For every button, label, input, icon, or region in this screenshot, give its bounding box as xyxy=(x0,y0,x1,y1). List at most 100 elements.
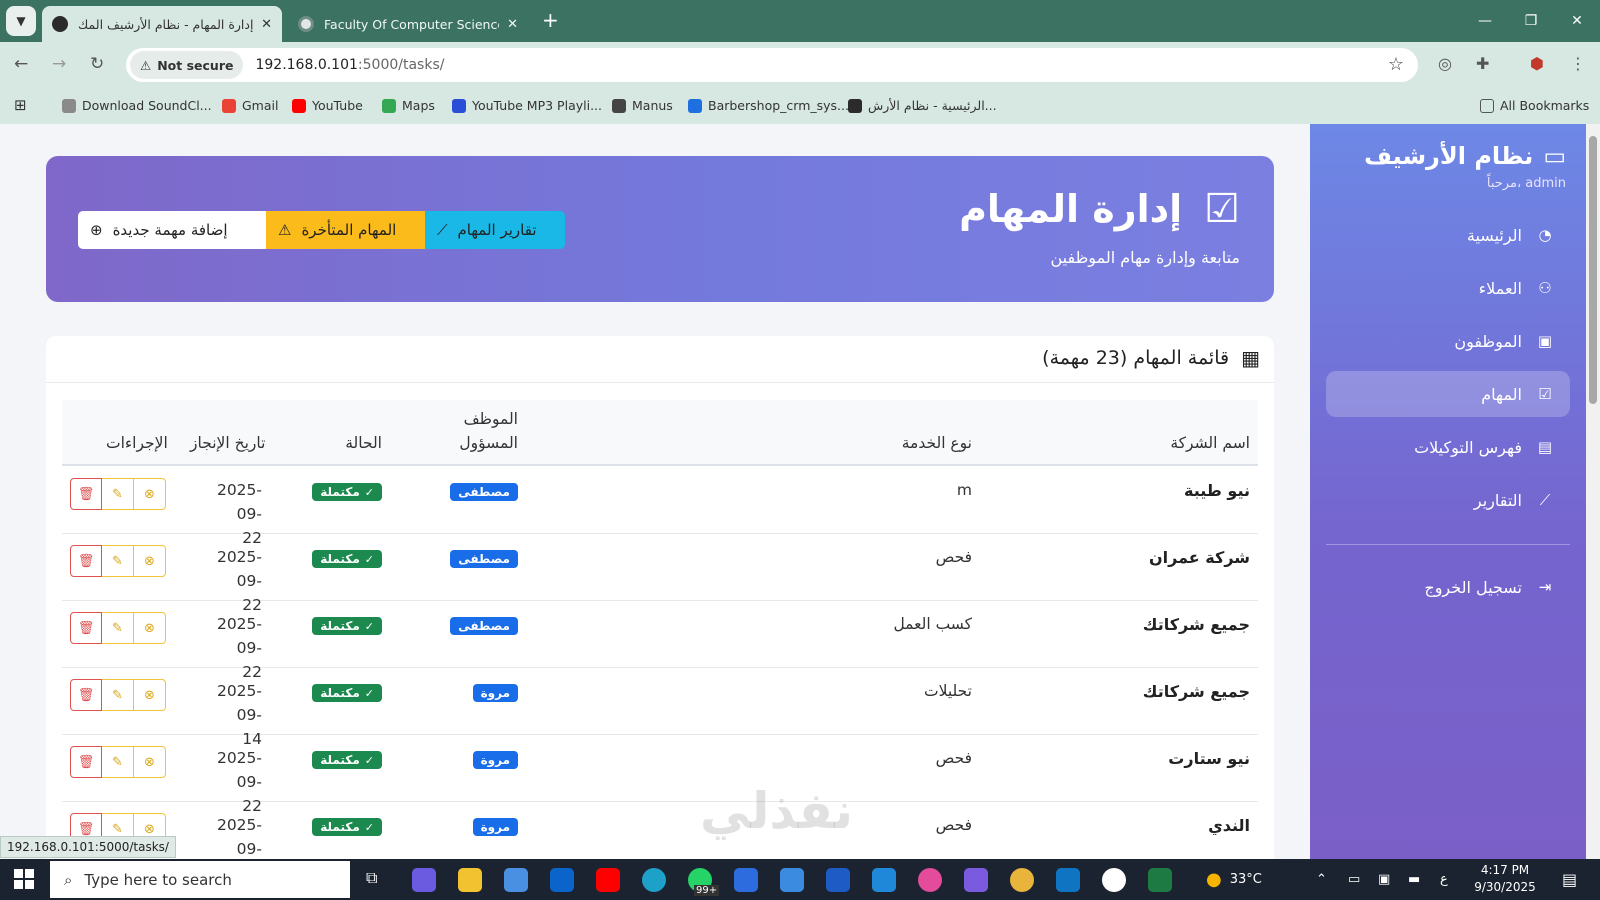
bookmark-label: Download SoundCl... xyxy=(82,98,212,113)
taskbar-search-box[interactable]: ⌕ Type here to search xyxy=(50,861,350,898)
all-bookmarks[interactable]: All Bookmarks xyxy=(1480,98,1589,113)
trash-icon: 🗑 xyxy=(77,486,95,502)
app-icon[interactable] xyxy=(872,868,896,892)
cancel-task-button[interactable]: ⊗ xyxy=(134,679,166,711)
windows-start-icon[interactable] xyxy=(14,869,34,889)
sidebar-item-reports[interactable]: التقارير ⟋ xyxy=(1326,477,1570,523)
sidebar-item-tasks[interactable]: المهام ☑ xyxy=(1326,371,1570,417)
copilot-icon[interactable] xyxy=(412,868,436,892)
delete-button[interactable]: 🗑 xyxy=(70,612,102,644)
file-explorer-icon[interactable] xyxy=(458,868,482,892)
forward-icon[interactable]: → xyxy=(52,54,66,74)
pencil-icon: ✎ xyxy=(112,687,123,703)
extension-icon[interactable]: ◎ xyxy=(1438,54,1452,73)
close-tab-icon[interactable]: ✕ xyxy=(261,17,272,32)
check-circle-icon: ✓ xyxy=(364,820,374,834)
delete-button[interactable]: 🗑 xyxy=(70,679,102,711)
delete-button[interactable]: 🗑 xyxy=(70,545,102,577)
youtube-app-icon[interactable] xyxy=(596,868,620,892)
task-view-icon[interactable]: ⧉ xyxy=(366,868,390,892)
apps-grid-icon[interactable]: ⊞ xyxy=(14,96,27,114)
chrome-icon[interactable] xyxy=(1010,868,1034,892)
browser-tab-tasks[interactable]: إدارة المهام - نظام الأرشيف المك... ✕ xyxy=(42,6,282,42)
delete-button[interactable]: 🗑 xyxy=(70,478,102,510)
cancel-task-button[interactable]: ⊗ xyxy=(134,612,166,644)
taskbar-clock[interactable]: 4:17 PM 9/30/2025 xyxy=(1460,862,1550,896)
bookmark-youtube[interactable]: YouTube xyxy=(292,98,363,113)
browser-tab-bar: ▼ إدارة المهام - نظام الأرشيف المك... ✕ … xyxy=(0,0,1600,42)
edge-icon[interactable] xyxy=(642,868,666,892)
minimize-icon[interactable]: — xyxy=(1462,0,1508,42)
address-bar[interactable]: ⚠ Not secure 192.168.0.101:5000/tasks/ ☆ xyxy=(126,48,1418,82)
reload-icon[interactable]: ↻ xyxy=(90,54,104,74)
app-icon[interactable] xyxy=(780,868,804,892)
logout-icon: ⇥ xyxy=(1538,578,1552,596)
cell-company[interactable]: جميع شركاتك xyxy=(1143,615,1250,634)
bookmark-archive-home[interactable]: الرئيسية - نظام الأرش... xyxy=(848,98,997,113)
battery-icon[interactable]: ▬ xyxy=(1408,859,1420,900)
new-tab-button[interactable]: + xyxy=(542,8,559,32)
tray-chevron-icon[interactable]: ⌃ xyxy=(1316,859,1327,900)
app-icon[interactable] xyxy=(826,868,850,892)
close-window-icon[interactable]: ✕ xyxy=(1554,0,1600,42)
app-icon[interactable] xyxy=(734,868,758,892)
vscode-icon[interactable] xyxy=(1056,868,1080,892)
cancel-task-button[interactable]: ⊗ xyxy=(134,545,166,577)
delete-button[interactable]: 🗑 xyxy=(70,746,102,778)
close-tab-icon[interactable]: ✕ xyxy=(507,17,518,32)
page-scrollbar[interactable] xyxy=(1586,124,1600,859)
bookmark-youtube-mp3[interactable]: YouTube MP3 Playli... xyxy=(452,98,602,113)
task-reports-button[interactable]: ⟋ تقارير المهام xyxy=(425,211,565,249)
not-secure-chip[interactable]: ⚠ Not secure xyxy=(130,51,244,79)
bookmark-star-icon[interactable]: ☆ xyxy=(1388,54,1404,75)
add-task-button[interactable]: ⊕ إضافة مهمة جديدة xyxy=(78,211,266,249)
sidebar-item-home[interactable]: الرئيسية ◔ xyxy=(1326,212,1570,258)
date-part1: 2025-09- xyxy=(216,682,262,724)
chatgpt-icon[interactable] xyxy=(1102,868,1126,892)
puzzle-icon[interactable]: ✚ xyxy=(1476,54,1489,73)
scrollbar-thumb[interactable] xyxy=(1589,136,1597,404)
bookmark-maps[interactable]: Maps xyxy=(382,98,435,113)
cell-company[interactable]: شركة عمران xyxy=(1149,548,1250,567)
sidebar-item-poa-index[interactable]: فهرس التوكيلات ▤ xyxy=(1326,424,1570,470)
cancel-task-button[interactable]: ⊗ xyxy=(134,478,166,510)
edit-button[interactable]: ✎ xyxy=(102,545,134,577)
table-row: الندي فحص مروة مكتملة ✓ 2025-09-14 🗑 ✎ ⊗ xyxy=(62,803,1258,859)
game-icon[interactable] xyxy=(964,868,988,892)
bookmark-gmail[interactable]: Gmail xyxy=(222,98,278,113)
cell-company[interactable]: نيو طيبة xyxy=(1184,481,1250,500)
edit-button[interactable]: ✎ xyxy=(102,679,134,711)
notifications-icon[interactable]: ▤ xyxy=(1562,859,1577,900)
tray-app-icon[interactable]: ▭ xyxy=(1348,859,1360,900)
app-icon[interactable] xyxy=(918,868,942,892)
language-icon[interactable]: ع xyxy=(1440,859,1448,900)
edit-button[interactable]: ✎ xyxy=(102,478,134,510)
bookmark-manus[interactable]: Manus xyxy=(612,98,673,113)
network-icon[interactable]: ▣ xyxy=(1378,859,1390,900)
browser-tab-faculty[interactable]: Faculty Of Computer Science an ✕ xyxy=(288,6,528,42)
weather-widget[interactable]: ● 33°C xyxy=(1206,859,1262,900)
back-icon[interactable]: ← xyxy=(14,54,28,74)
sidebar-item-clients[interactable]: العملاء ⚇ xyxy=(1326,265,1570,311)
outlook-icon[interactable] xyxy=(550,868,574,892)
edit-button[interactable]: ✎ xyxy=(102,612,134,644)
edit-button[interactable]: ✎ xyxy=(102,746,134,778)
cell-company[interactable]: نيو ستارت xyxy=(1168,749,1250,768)
profile-shield-icon[interactable]: ⬢ xyxy=(1530,54,1544,73)
excel-icon[interactable] xyxy=(1148,868,1172,892)
pencil-icon: ✎ xyxy=(112,620,123,636)
cell-company[interactable]: الندي xyxy=(1208,816,1250,835)
overdue-tasks-button[interactable]: ⚠ المهام المتأخرة xyxy=(266,211,425,249)
menu-dots-icon[interactable]: ⋮ xyxy=(1570,54,1586,73)
sidebar-item-logout[interactable]: تسجيل الخروج ⇥ xyxy=(1326,564,1570,610)
status-badge: مكتملة ✓ xyxy=(312,483,382,501)
cell-company[interactable]: جميع شركاتك xyxy=(1143,682,1250,701)
store-icon[interactable] xyxy=(504,868,528,892)
bookmark-soundcloud[interactable]: Download SoundCl... xyxy=(62,98,212,113)
url-text[interactable]: 192.168.0.101:5000/tasks/ xyxy=(255,57,444,73)
tab-search-icon[interactable]: ▼ xyxy=(6,6,36,36)
sidebar-item-employees[interactable]: الموظفون ▣ xyxy=(1326,318,1570,364)
cancel-task-button[interactable]: ⊗ xyxy=(134,746,166,778)
restore-icon[interactable]: ❐ xyxy=(1508,0,1554,42)
bookmark-barbershop[interactable]: Barbershop_crm_sys... xyxy=(688,98,849,113)
